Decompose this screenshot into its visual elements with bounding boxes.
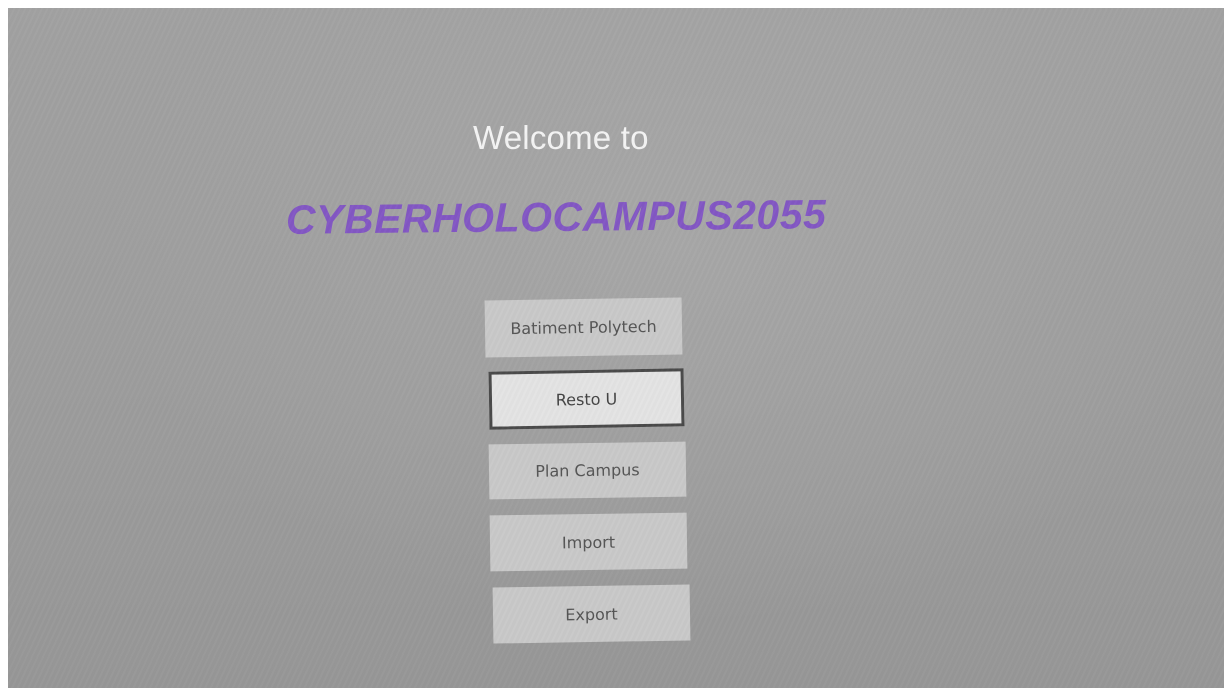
- export-button[interactable]: Export: [492, 584, 691, 644]
- resto-u-button[interactable]: Resto U: [488, 368, 685, 430]
- plan-campus-button[interactable]: Plan Campus: [488, 441, 687, 500]
- app-title: CYBERHOLOCAMPUS2055: [285, 191, 827, 243]
- import-button[interactable]: Import: [489, 512, 688, 572]
- hologram-view: Welcome to CYBERHOLOCAMPUS2055 Batiment …: [8, 8, 1224, 688]
- batiment-polytech-button[interactable]: Batiment Polytech: [484, 297, 683, 358]
- welcome-heading: Welcome to: [473, 119, 649, 156]
